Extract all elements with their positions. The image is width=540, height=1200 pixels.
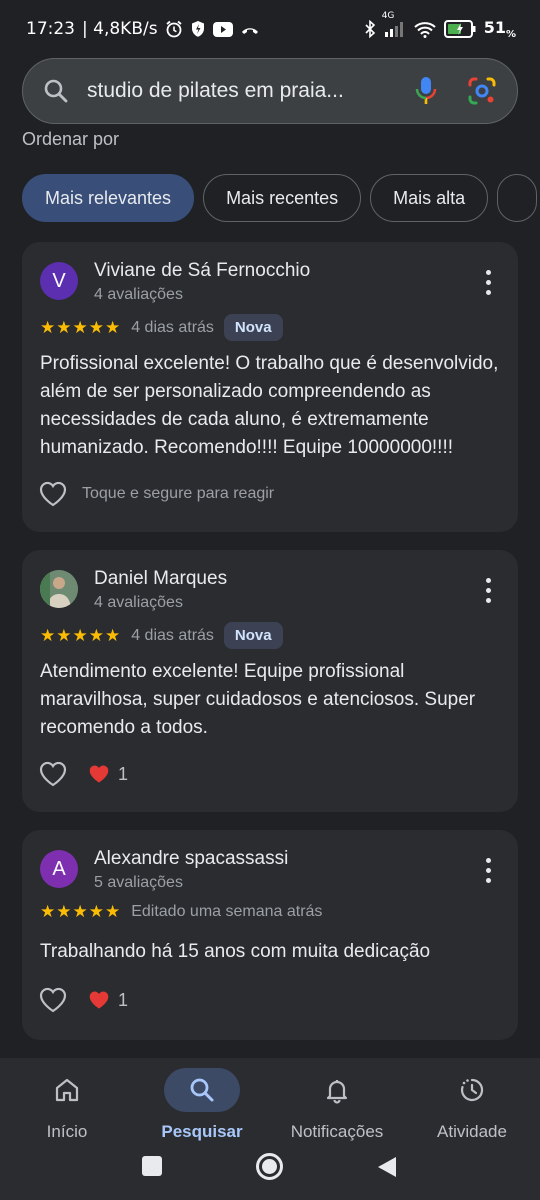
- review-card: A Alexandre spacassassi 5 avaliações ★★★…: [22, 830, 518, 1040]
- nav-activity[interactable]: Atividade: [407, 1068, 537, 1142]
- heart-outline-icon[interactable]: [38, 760, 68, 788]
- microphone-icon[interactable]: [415, 76, 437, 106]
- review-count: 5 avaliações: [94, 874, 183, 891]
- red-heart-icon: [89, 991, 109, 1009]
- battery-icon: [443, 20, 476, 38]
- system-navigation: [0, 1148, 540, 1188]
- activity-icon: [460, 1078, 484, 1102]
- reviewer-name[interactable]: Daniel Marques: [94, 568, 227, 590]
- reviewer-name[interactable]: Alexandre spacassassi: [94, 848, 288, 870]
- bluetooth-icon: [364, 20, 376, 38]
- chip-more[interactable]: [497, 174, 538, 222]
- chip-most-relevant[interactable]: Mais relevantes: [22, 174, 195, 222]
- reviewer-name[interactable]: Viviane de Sá Fernocchio: [94, 260, 310, 282]
- review-count: 4 avaliações: [94, 286, 183, 303]
- reaction-row: Toque e segure para reagir: [38, 480, 274, 508]
- search-bar[interactable]: studio de pilates em praia...: [22, 58, 518, 124]
- rating-row: ★★★★★ 4 dias atrás Nova: [40, 622, 283, 649]
- red-heart-icon: [89, 765, 109, 783]
- new-badge: Nova: [223, 622, 283, 649]
- heart-count: 1: [118, 763, 129, 784]
- battery-unit: %: [505, 29, 516, 41]
- wifi-icon: [414, 21, 436, 38]
- search-query[interactable]: studio de pilates em praia...: [87, 79, 415, 103]
- chip-most-recent[interactable]: Mais recentes: [203, 174, 362, 222]
- avatar[interactable]: A: [40, 850, 78, 888]
- home-icon: [55, 1078, 79, 1102]
- shield-icon: [190, 20, 206, 38]
- rating-row: ★★★★★ 4 dias atrás Nova: [40, 314, 283, 341]
- nav-notifications[interactable]: Notificações: [272, 1068, 402, 1142]
- reaction-row: 1: [38, 760, 128, 788]
- react-hint: Toque e segure para reagir: [82, 485, 275, 502]
- avatar[interactable]: V: [40, 262, 78, 300]
- sort-label: Ordenar por: [22, 129, 120, 149]
- network-speed: | 4,8KB/s: [82, 19, 158, 39]
- review-count: 4 avaliações: [94, 594, 183, 611]
- rating-row: ★★★★★ Editado uma semana atrás: [40, 902, 322, 922]
- youtube-icon: [212, 21, 233, 37]
- review-card: V Viviane de Sá Fernocchio 4 avaliações …: [22, 242, 518, 532]
- star-rating: ★★★★★: [40, 625, 122, 645]
- home-button-dot-icon: [262, 1159, 277, 1174]
- chip-highest[interactable]: Mais alta: [370, 174, 489, 222]
- bell-icon: [326, 1080, 348, 1104]
- signal-icon: 4G: [382, 11, 406, 37]
- heart-reaction[interactable]: 1: [88, 764, 128, 785]
- missed-call-icon: [240, 23, 260, 35]
- alarm-icon: [165, 20, 183, 38]
- more-options-icon[interactable]: [486, 858, 492, 883]
- heart-outline-icon[interactable]: [38, 986, 68, 1014]
- reaction-row: 1: [38, 986, 128, 1014]
- nav-notifications-label: Notificações: [290, 1122, 384, 1141]
- nav-home[interactable]: Início: [2, 1068, 132, 1142]
- search-icon: [43, 78, 69, 104]
- recents-button[interactable]: [142, 1156, 162, 1176]
- network-type: 4G: [381, 11, 395, 21]
- review-text: Atendimento excelente! Equipe profission…: [40, 661, 476, 738]
- status-bar: 17:23 | 4,8KB/s 4G 51%: [0, 0, 540, 58]
- home-button[interactable]: [256, 1153, 283, 1180]
- review-date: 4 dias atrás: [131, 318, 214, 336]
- star-rating: ★★★★★: [40, 902, 122, 921]
- nav-search[interactable]: Pesquisar: [137, 1068, 267, 1142]
- heart-reaction[interactable]: 1: [88, 990, 128, 1011]
- nav-activity-label: Atividade: [437, 1122, 507, 1141]
- star-rating: ★★★★★: [40, 317, 122, 337]
- new-badge: Nova: [223, 314, 283, 341]
- battery-percent: 51: [483, 17, 506, 37]
- sort-chips: Mais relevantes Mais recentes Mais alta: [22, 174, 538, 222]
- back-triangle-icon: [378, 1157, 396, 1177]
- status-time: 17:23: [26, 19, 75, 39]
- more-options-icon[interactable]: [486, 270, 492, 295]
- heart-count: 1: [118, 989, 129, 1010]
- review-date: 4 dias atrás: [131, 626, 214, 644]
- google-lens-icon[interactable]: [467, 76, 497, 106]
- review-card: Daniel Marques 4 avaliações ★★★★★ 4 dias…: [22, 550, 518, 812]
- heart-outline-icon[interactable]: [38, 480, 68, 508]
- avatar[interactable]: [40, 570, 78, 608]
- search-icon: [190, 1078, 214, 1102]
- nav-home-label: Início: [46, 1122, 88, 1141]
- nav-search-label: Pesquisar: [161, 1122, 243, 1141]
- review-date: Editado uma semana atrás: [131, 903, 323, 920]
- more-options-icon[interactable]: [486, 578, 492, 603]
- back-button[interactable]: [376, 1155, 398, 1184]
- review-text: Profissional excelente! O trabalho que é…: [40, 353, 499, 458]
- review-text: Trabalhando há 15 anos com muita dedicaç…: [40, 941, 431, 962]
